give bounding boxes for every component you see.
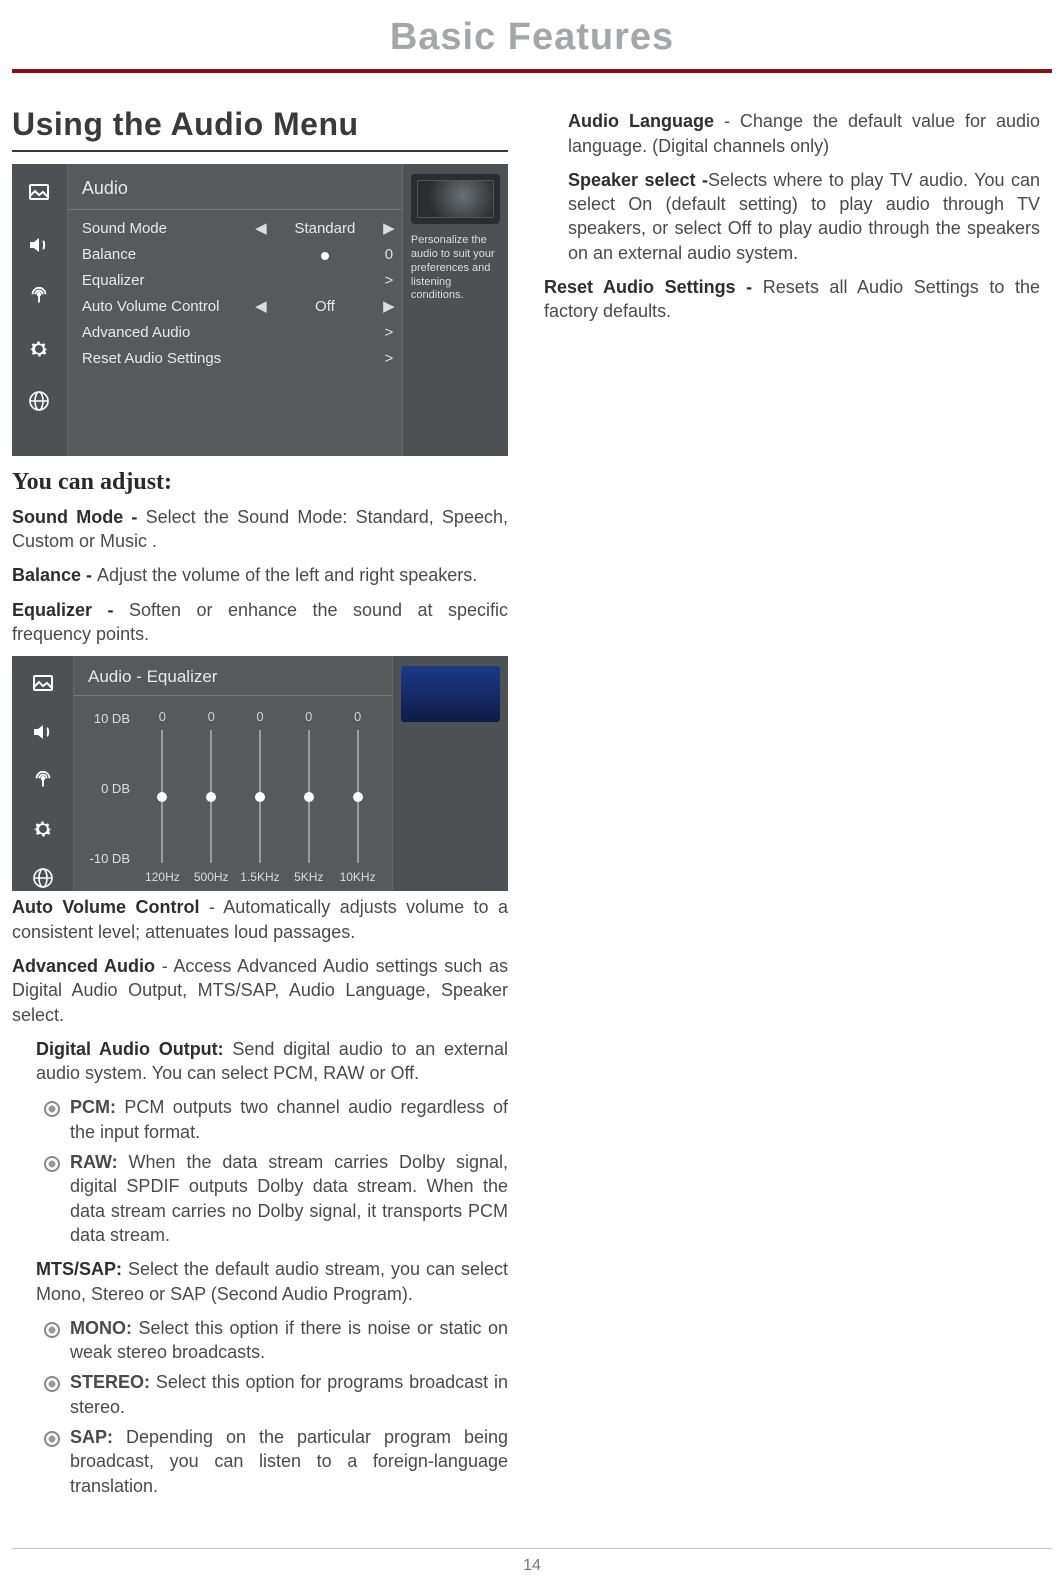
header-rule	[12, 69, 1052, 73]
eq-value: 0	[256, 708, 263, 726]
eq-area: Audio - Equalizer 10 DB 0 DB -10 DB 0 12…	[74, 656, 392, 891]
bullets-dao: PCM: PCM outputs two channel audio regar…	[36, 1095, 508, 1247]
value: Off	[270, 297, 380, 317]
tv-preview-thumb	[411, 174, 500, 224]
eq-slider-1-5khz[interactable]: 0 1.5KHz	[237, 708, 283, 885]
globe-icon[interactable]	[24, 386, 54, 416]
right-column: Audio Language - Change the default valu…	[544, 103, 1040, 1508]
chevron-right-icon[interactable]: >	[380, 323, 398, 343]
globe-icon[interactable]	[28, 865, 58, 892]
eq-sliders: 0 120Hz 0 500Hz 0 1.5KHz	[138, 704, 382, 885]
page-number: 14	[12, 1548, 1052, 1576]
picture-icon[interactable]	[28, 670, 58, 697]
row-balance[interactable]: Balance 0	[82, 242, 398, 268]
eq-freq: 10KHz	[340, 869, 376, 885]
tv-preview-thumb	[401, 666, 500, 722]
eq-freq: 120Hz	[145, 869, 180, 885]
broadcast-icon[interactable]	[24, 282, 54, 312]
p-sound-mode: Sound Mode - Select the Sound Mode: Stan…	[12, 505, 508, 554]
label: Auto Volume Control	[82, 297, 252, 317]
indent-block: Digital Audio Output: Send digital audio…	[12, 1037, 508, 1498]
indent-block: Audio Language - Change the default valu…	[544, 109, 1040, 265]
eq-value: 0	[305, 708, 312, 726]
p-audio-language: Audio Language - Change the default valu…	[568, 109, 1040, 158]
p-speaker-select: Speaker select -Selects where to play TV…	[568, 168, 1040, 265]
p-equalizer: Equalizer - Soften or enhance the sound …	[12, 598, 508, 647]
chevron-right-icon[interactable]: >	[380, 271, 398, 291]
speaker-icon[interactable]	[28, 719, 58, 746]
li-pcm: PCM: PCM outputs two channel audio regar…	[36, 1095, 508, 1144]
osd-help-text: Personalize the audio to suit your prefe…	[411, 234, 500, 303]
p-reset-audio: Reset Audio Settings - Resets all Audio …	[544, 275, 1040, 324]
eq-value: 0	[354, 708, 361, 726]
li-sap: SAP: Depending on the particular program…	[36, 1425, 508, 1498]
subheading: You can adjust:	[12, 466, 508, 498]
gear-icon[interactable]	[28, 816, 58, 843]
p-auto-volume: Auto Volume Control - Automatically adju…	[12, 895, 508, 944]
broadcast-icon[interactable]	[28, 768, 58, 795]
p-digital-audio-output: Digital Audio Output: Send digital audio…	[36, 1037, 508, 1086]
row-advanced-audio[interactable]: Advanced Audio >	[82, 320, 398, 346]
label: Balance	[82, 245, 252, 265]
triangle-left-icon[interactable]: ◀	[252, 219, 270, 239]
eq-value: 0	[159, 708, 166, 726]
value: Standard	[270, 219, 380, 239]
eq-title: Audio - Equalizer	[74, 656, 392, 696]
chevron-right-icon[interactable]: >	[380, 349, 398, 369]
content: Using the Audio Menu	[0, 103, 1064, 1508]
ytick: 0 DB	[80, 780, 130, 798]
osd-audio-menu: Audio Sound Mode ◀ Standard ▶ Balance	[12, 164, 508, 456]
osd-title: Audio	[68, 164, 402, 209]
label: Reset Audio Settings	[82, 349, 252, 369]
ytick: 10 DB	[80, 710, 130, 728]
osd-nav	[12, 164, 68, 456]
osd-rows: Sound Mode ◀ Standard ▶ Balance 0	[68, 210, 402, 372]
row-equalizer[interactable]: Equalizer >	[82, 268, 398, 294]
p-mts-sap: MTS/SAP: Select the default audio stream…	[36, 1257, 508, 1306]
li-mono: MONO: Select this option if there is noi…	[36, 1316, 508, 1365]
li-stereo: STEREO: Select this option for programs …	[36, 1370, 508, 1419]
p-advanced-audio: Advanced Audio - Access Advanced Audio s…	[12, 954, 508, 1027]
eq-freq: 5KHz	[294, 869, 323, 885]
eq-slider-500hz[interactable]: 0 500Hz	[188, 708, 234, 885]
eq-freq: 500Hz	[194, 869, 229, 885]
eq-value: 0	[208, 708, 215, 726]
section-title: Using the Audio Menu	[12, 103, 508, 152]
osd-nav	[12, 656, 74, 891]
row-sound-mode[interactable]: Sound Mode ◀ Standard ▶	[82, 216, 398, 242]
label: Advanced Audio	[82, 323, 252, 343]
value: 0	[380, 245, 398, 265]
triangle-right-icon[interactable]: ▶	[380, 219, 398, 239]
p-balance: Balance - Adjust the volume of the left …	[12, 563, 508, 587]
ytick: -10 DB	[80, 850, 130, 868]
eq-freq: 1.5KHz	[240, 869, 279, 885]
eq-slider-10khz[interactable]: 0 10KHz	[335, 708, 381, 885]
li-raw: RAW: When the data stream carries Dolby …	[36, 1150, 508, 1247]
gear-icon[interactable]	[24, 334, 54, 364]
row-auto-volume[interactable]: Auto Volume Control ◀ Off ▶	[82, 294, 398, 320]
triangle-right-icon[interactable]: ▶	[380, 297, 398, 317]
osd-help-panel: Personalize the audio to suit your prefe…	[402, 164, 508, 456]
eq-slider-5khz[interactable]: 0 5KHz	[286, 708, 332, 885]
osd-equalizer: Audio - Equalizer 10 DB 0 DB -10 DB 0 12…	[12, 656, 508, 891]
label: Sound Mode	[82, 219, 252, 239]
eq-chart: 10 DB 0 DB -10 DB 0 120Hz 0 5	[74, 696, 392, 891]
eq-yaxis: 10 DB 0 DB -10 DB	[80, 704, 138, 885]
page-header: Basic Features	[0, 0, 1064, 69]
left-column: Using the Audio Menu	[12, 103, 508, 1508]
eq-help-panel	[392, 656, 508, 891]
osd-body: Audio Sound Mode ◀ Standard ▶ Balance	[68, 164, 402, 456]
picture-icon[interactable]	[24, 178, 54, 208]
speaker-icon[interactable]	[24, 230, 54, 260]
row-reset-audio[interactable]: Reset Audio Settings >	[82, 346, 398, 372]
bullets-mts: MONO: Select this option if there is noi…	[36, 1316, 508, 1498]
eq-slider-120hz[interactable]: 0 120Hz	[139, 708, 185, 885]
label: Equalizer	[82, 271, 252, 291]
triangle-left-icon[interactable]: ◀	[252, 297, 270, 317]
